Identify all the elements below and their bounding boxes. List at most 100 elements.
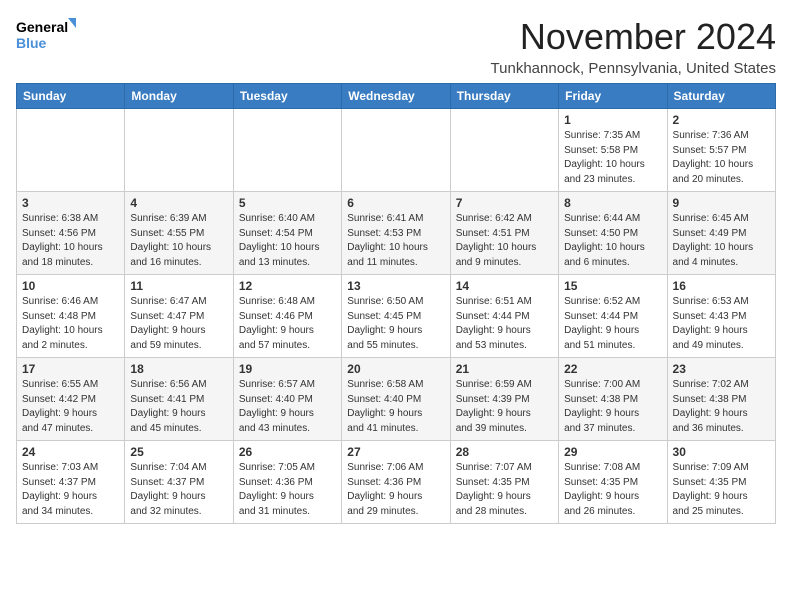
calendar-week-row: 24Sunrise: 7:03 AM Sunset: 4:37 PM Dayli… — [17, 441, 776, 524]
day-number: 11 — [130, 279, 227, 293]
calendar-cell: 29 Sunrise: 7:08 AM Sunset: 4:35 PM Dayli… — [559, 441, 667, 524]
calendar-cell — [17, 109, 125, 192]
page-header: General Blue November 2024 Tunkhannock, … — [16, 16, 776, 77]
day-info: Sunrise: 7:08 AM Sunset: 4:35 PM Dayligh… — [564, 461, 661, 519]
day-info: Sunrise: 7:05 AM Sunset: 4:36 PM Dayligh… — [239, 461, 336, 519]
day-info: Sunrise: 7:35 AM Sunset: 5:58 PM Dayligh… — [564, 129, 661, 187]
calendar-cell: 2 Sunrise: 7:36 AM Sunset: 5:57 PM Daylig… — [667, 109, 775, 192]
day-number: 23 — [673, 362, 770, 376]
day-number: 8 — [564, 196, 661, 210]
month-title: November 2024 — [491, 16, 776, 58]
day-info: Sunrise: 7:04 AM Sunset: 4:37 PM Dayligh… — [130, 461, 227, 519]
calendar-cell: 7 Sunrise: 6:42 AM Sunset: 4:51 PM Daylig… — [450, 192, 558, 275]
calendar-cell — [342, 109, 450, 192]
day-info: Sunrise: 7:09 AM Sunset: 4:35 PM Dayligh… — [673, 461, 770, 519]
day-number: 26 — [239, 445, 336, 459]
day-info: Sunrise: 6:46 AM Sunset: 4:48 PM Dayligh… — [22, 295, 119, 353]
day-info: Sunrise: 7:00 AM Sunset: 4:38 PM Dayligh… — [564, 378, 661, 436]
calendar-cell: 10Sunrise: 6:46 AM Sunset: 4:48 PM Dayli… — [17, 275, 125, 358]
calendar-cell: 23 Sunrise: 7:02 AM Sunset: 4:38 PM Dayli… — [667, 358, 775, 441]
day-number: 28 — [456, 445, 553, 459]
calendar-cell: 22Sunrise: 7:00 AM Sunset: 4:38 PM Dayli… — [559, 358, 667, 441]
day-number: 30 — [673, 445, 770, 459]
calendar-week-row: 1 Sunrise: 7:35 AM Sunset: 5:58 PM Daylig… — [17, 109, 776, 192]
calendar-week-row: 17Sunrise: 6:55 AM Sunset: 4:42 PM Dayli… — [17, 358, 776, 441]
day-number: 20 — [347, 362, 444, 376]
day-number: 25 — [130, 445, 227, 459]
day-info: Sunrise: 7:03 AM Sunset: 4:37 PM Dayligh… — [22, 461, 119, 519]
calendar-cell: 16Sunrise: 6:53 AM Sunset: 4:43 PM Dayli… — [667, 275, 775, 358]
day-info: Sunrise: 6:58 AM Sunset: 4:40 PM Dayligh… — [347, 378, 444, 436]
day-number: 27 — [347, 445, 444, 459]
day-info: Sunrise: 6:56 AM Sunset: 4:41 PM Dayligh… — [130, 378, 227, 436]
weekday-header: Friday — [559, 84, 667, 109]
day-number: 29 — [564, 445, 661, 459]
day-info: Sunrise: 6:48 AM Sunset: 4:46 PM Dayligh… — [239, 295, 336, 353]
calendar-cell: 25 Sunrise: 7:04 AM Sunset: 4:37 PM Dayli… — [125, 441, 233, 524]
day-number: 6 — [347, 196, 444, 210]
day-info: Sunrise: 6:38 AM Sunset: 4:56 PM Dayligh… — [22, 212, 119, 270]
day-info: Sunrise: 7:36 AM Sunset: 5:57 PM Dayligh… — [673, 129, 770, 187]
day-number: 9 — [673, 196, 770, 210]
calendar-cell: 1 Sunrise: 7:35 AM Sunset: 5:58 PM Daylig… — [559, 109, 667, 192]
calendar-cell: 19Sunrise: 6:57 AM Sunset: 4:40 PM Dayli… — [233, 358, 341, 441]
day-info: Sunrise: 6:39 AM Sunset: 4:55 PM Dayligh… — [130, 212, 227, 270]
day-number: 1 — [564, 113, 661, 127]
calendar-header: SundayMondayTuesdayWednesdayThursdayFrid… — [17, 84, 776, 109]
day-info: Sunrise: 6:52 AM Sunset: 4:44 PM Dayligh… — [564, 295, 661, 353]
calendar-table: SundayMondayTuesdayWednesdayThursdayFrid… — [16, 83, 776, 524]
logo-svg: General Blue — [16, 16, 76, 56]
day-number: 7 — [456, 196, 553, 210]
day-info: Sunrise: 6:47 AM Sunset: 4:47 PM Dayligh… — [130, 295, 227, 353]
weekday-header: Wednesday — [342, 84, 450, 109]
calendar-cell — [450, 109, 558, 192]
location-title: Tunkhannock, Pennsylvania, United States — [491, 60, 776, 77]
calendar-week-row: 3 Sunrise: 6:38 AM Sunset: 4:56 PM Daylig… — [17, 192, 776, 275]
calendar-cell: 6 Sunrise: 6:41 AM Sunset: 4:53 PM Daylig… — [342, 192, 450, 275]
day-info: Sunrise: 6:45 AM Sunset: 4:49 PM Dayligh… — [673, 212, 770, 270]
day-info: Sunrise: 7:02 AM Sunset: 4:38 PM Dayligh… — [673, 378, 770, 436]
calendar-cell: 9 Sunrise: 6:45 AM Sunset: 4:49 PM Daylig… — [667, 192, 775, 275]
svg-text:Blue: Blue — [16, 35, 47, 51]
calendar-cell — [233, 109, 341, 192]
day-number: 3 — [22, 196, 119, 210]
calendar-cell: 21 Sunrise: 6:59 AM Sunset: 4:39 PM Dayli… — [450, 358, 558, 441]
weekday-header: Saturday — [667, 84, 775, 109]
day-number: 18 — [130, 362, 227, 376]
day-number: 15 — [564, 279, 661, 293]
weekday-header: Tuesday — [233, 84, 341, 109]
calendar-cell: 26 Sunrise: 7:05 AM Sunset: 4:36 PM Dayli… — [233, 441, 341, 524]
day-info: Sunrise: 6:50 AM Sunset: 4:45 PM Dayligh… — [347, 295, 444, 353]
calendar-cell: 27Sunrise: 7:06 AM Sunset: 4:36 PM Dayli… — [342, 441, 450, 524]
day-number: 12 — [239, 279, 336, 293]
calendar-cell: 20 Sunrise: 6:58 AM Sunset: 4:40 PM Dayli… — [342, 358, 450, 441]
day-number: 2 — [673, 113, 770, 127]
title-area: November 2024 Tunkhannock, Pennsylvania,… — [491, 16, 776, 77]
day-info: Sunrise: 6:59 AM Sunset: 4:39 PM Dayligh… — [456, 378, 553, 436]
day-number: 5 — [239, 196, 336, 210]
calendar-cell: 17Sunrise: 6:55 AM Sunset: 4:42 PM Dayli… — [17, 358, 125, 441]
logo: General Blue — [16, 16, 76, 56]
calendar-cell: 18 Sunrise: 6:56 AM Sunset: 4:41 PM Dayli… — [125, 358, 233, 441]
calendar-cell: 14 Sunrise: 6:51 AM Sunset: 4:44 PM Dayli… — [450, 275, 558, 358]
day-number: 17 — [22, 362, 119, 376]
calendar-week-row: 10Sunrise: 6:46 AM Sunset: 4:48 PM Dayli… — [17, 275, 776, 358]
weekday-header: Thursday — [450, 84, 558, 109]
day-info: Sunrise: 6:51 AM Sunset: 4:44 PM Dayligh… — [456, 295, 553, 353]
day-number: 19 — [239, 362, 336, 376]
calendar-cell — [125, 109, 233, 192]
day-info: Sunrise: 6:44 AM Sunset: 4:50 PM Dayligh… — [564, 212, 661, 270]
day-info: Sunrise: 7:07 AM Sunset: 4:35 PM Dayligh… — [456, 461, 553, 519]
day-info: Sunrise: 6:42 AM Sunset: 4:51 PM Dayligh… — [456, 212, 553, 270]
calendar-cell: 24Sunrise: 7:03 AM Sunset: 4:37 PM Dayli… — [17, 441, 125, 524]
day-number: 4 — [130, 196, 227, 210]
weekday-header: Sunday — [17, 84, 125, 109]
calendar-cell: 8 Sunrise: 6:44 AM Sunset: 4:50 PM Daylig… — [559, 192, 667, 275]
calendar-cell: 12 Sunrise: 6:48 AM Sunset: 4:46 PM Dayli… — [233, 275, 341, 358]
calendar-cell: 5 Sunrise: 6:40 AM Sunset: 4:54 PM Daylig… — [233, 192, 341, 275]
svg-text:General: General — [16, 19, 68, 35]
day-number: 14 — [456, 279, 553, 293]
day-number: 21 — [456, 362, 553, 376]
day-info: Sunrise: 6:40 AM Sunset: 4:54 PM Dayligh… — [239, 212, 336, 270]
day-info: Sunrise: 6:41 AM Sunset: 4:53 PM Dayligh… — [347, 212, 444, 270]
